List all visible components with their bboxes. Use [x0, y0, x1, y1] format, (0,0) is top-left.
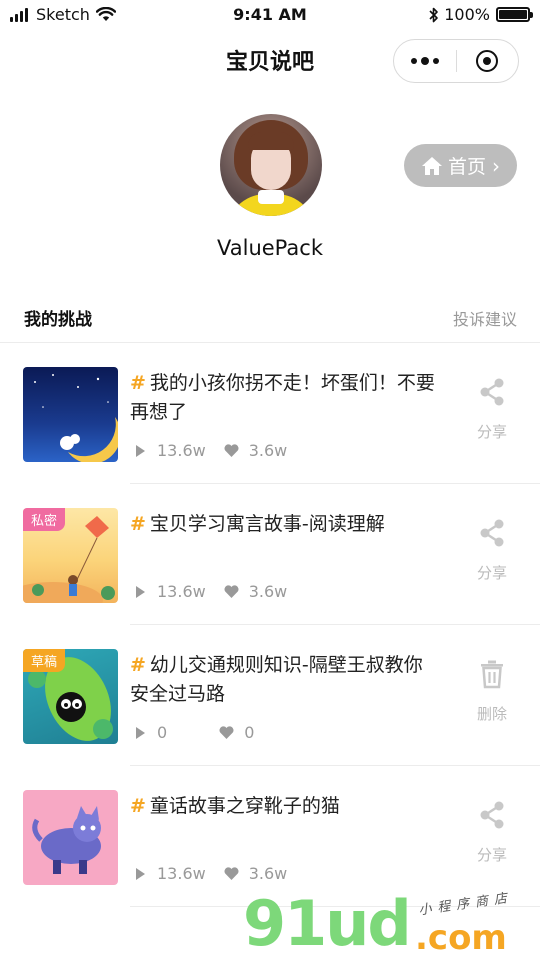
play-count: 13.6w	[157, 441, 206, 460]
action-label: 分享	[476, 846, 507, 864]
play-count: 0	[157, 723, 168, 742]
like-count: 3.6w	[248, 864, 288, 883]
thumbnail: 私密	[23, 508, 118, 603]
avatar[interactable]	[220, 114, 322, 216]
thumbnail	[23, 790, 118, 885]
chevron-right-icon: ›	[492, 153, 500, 178]
more-dots-icon	[410, 58, 417, 64]
status-badge: 私密	[23, 508, 66, 531]
watermark-domain: .com	[415, 918, 507, 958]
list-item[interactable]: 私密 # 宝贝学习寓言故事-阅读理解 13.6w 3.6w 分享	[0, 484, 540, 625]
like-count: 3.6w	[248, 441, 288, 460]
battery-icon	[496, 7, 533, 22]
feedback-link[interactable]: 投诉建议	[453, 306, 517, 330]
thumbnail	[23, 367, 118, 462]
hash-icon: #	[130, 513, 146, 535]
cat-illustration	[32, 806, 101, 874]
moon-illustration	[34, 374, 118, 462]
delete-button[interactable]: 删除	[467, 659, 517, 724]
item-title: # 我的小孩你拐不走！坏蛋们！不要再想了	[130, 372, 435, 423]
share-button[interactable]: 分享	[467, 518, 517, 583]
like-count: 0	[244, 723, 255, 742]
item-title: # 童话故事之穿靴子的猫	[130, 795, 340, 817]
item-title: # 幼儿交通规则知识-隔壁王叔教你安全过马路	[130, 654, 423, 705]
username: ValuePack	[217, 236, 323, 260]
section-title: 我的挑战	[24, 310, 92, 330]
status-badge: 草稿	[23, 649, 66, 672]
close-mini-program-button[interactable]	[456, 50, 518, 72]
heart-icon	[219, 726, 234, 739]
share-button[interactable]: 分享	[467, 377, 517, 442]
home-button[interactable]: 首页 ›	[404, 144, 517, 187]
share-button[interactable]: 分享	[467, 800, 517, 865]
target-icon	[476, 50, 499, 72]
play-icon	[136, 867, 145, 880]
heart-icon	[224, 585, 239, 598]
hash-icon: #	[130, 795, 146, 817]
item-stats: 0 0	[136, 723, 254, 742]
play-icon	[136, 444, 145, 457]
share-icon	[480, 801, 504, 829]
list-item[interactable]: # 我的小孩你拐不走！坏蛋们！不要再想了 13.6w 3.6w 分享	[0, 343, 540, 484]
item-stats: 13.6w 3.6w	[136, 441, 287, 460]
action-label: 分享	[476, 423, 507, 441]
home-icon	[421, 156, 442, 175]
action-label: 分享	[476, 564, 507, 582]
bluetooth-icon	[429, 7, 439, 22]
hash-icon: #	[130, 372, 146, 394]
play-count: 13.6w	[157, 864, 206, 883]
play-icon	[136, 726, 145, 739]
trash-icon	[481, 660, 503, 689]
home-button-label: 首页	[447, 156, 486, 178]
status-bar: Sketch 9:41 AM 100%	[0, 0, 540, 30]
item-stats: 13.6w 3.6w	[136, 582, 287, 601]
item-title: # 宝贝学习寓言故事-阅读理解	[130, 513, 385, 535]
heart-icon	[224, 444, 239, 457]
play-icon	[136, 585, 145, 598]
status-right: 100%	[429, 5, 533, 24]
heart-icon	[224, 867, 239, 880]
thumbnail: 草稿	[23, 649, 118, 744]
share-icon	[480, 378, 504, 406]
list-item[interactable]: 草稿 # 幼儿交通规则知识-隔壁王叔教你安全过马路 0 0 删除	[0, 625, 540, 766]
item-stats: 13.6w 3.6w	[136, 864, 287, 883]
mini-program-capsule	[393, 39, 519, 83]
watermark-logo: 91ud	[243, 887, 412, 960]
play-count: 13.6w	[157, 582, 206, 601]
action-label: 删除	[476, 705, 507, 723]
list-item[interactable]: # 童话故事之穿靴子的猫 13.6w 3.6w 分享	[0, 766, 540, 907]
like-count: 3.6w	[248, 582, 288, 601]
more-button[interactable]	[394, 57, 456, 65]
battery-percent: 100%	[444, 5, 490, 24]
share-icon	[480, 519, 504, 547]
hash-icon: #	[130, 654, 146, 676]
